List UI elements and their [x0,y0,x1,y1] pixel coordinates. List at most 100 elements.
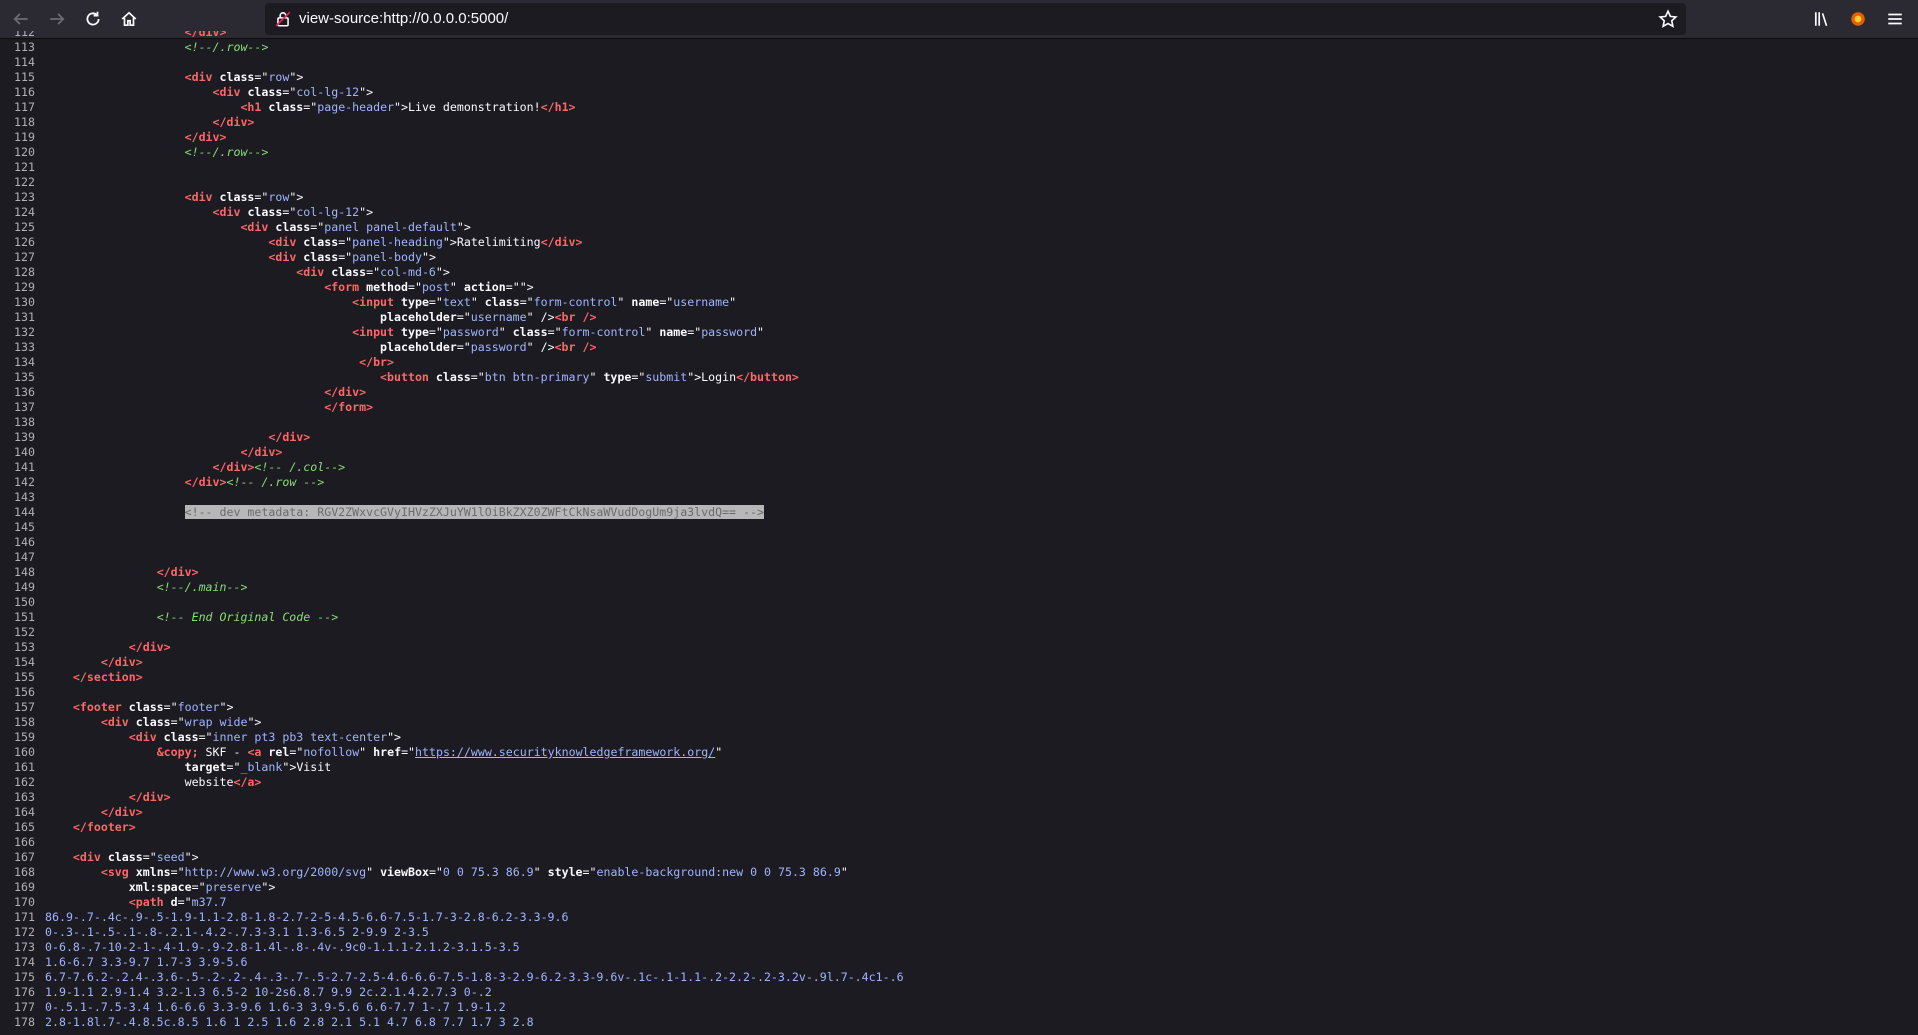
code-token: =" [456,310,471,324]
code-token: "> [247,715,262,729]
code-token: class [275,220,311,234]
code-token: <div [296,265,332,279]
code-token: <input [352,325,401,339]
lock-icon[interactable] [274,10,292,28]
code-token: row [268,70,290,84]
home-button[interactable] [114,4,144,34]
code-token: " [498,325,513,339]
code-token: class [303,250,339,264]
line-number: 115 [14,70,35,84]
code-token: <div [128,730,164,744]
line-code: 86.9-.7-.4c-.9-.5-1.9-1.1-2.8-1.8-2.7-2-… [45,910,569,925]
code-token: =" [170,865,185,879]
line-number: 113 [14,40,35,54]
bookmark-star-icon[interactable] [1658,9,1678,29]
code-token: ">Visit [282,760,332,774]
code-token: placeholder [380,310,457,324]
line-number: 146 [14,535,35,549]
code-token: panel-heading [352,235,443,249]
code-token: </br> [359,355,395,369]
code-token: <svg [100,865,136,879]
line-number: 142 [14,475,35,489]
code-token: 1.6-6.7 3.3-9.7 1.7-3 3.9-5.6 [45,955,248,969]
line-number: 150 [14,595,35,609]
line-code: placeholder="username" /><br /> [45,310,596,325]
code-token: ">Login [687,370,737,384]
code-token: 2.8-1.8l.7-.4.8.5c.8.5 1.6 1 2.5 1.6 2.8… [45,1015,534,1029]
code-token: enable-background:new 0 0 75.3 86.9 [596,865,841,879]
back-button[interactable] [6,4,36,34]
code-token: </section> [72,670,143,684]
reload-button[interactable] [78,4,108,34]
code-token: <!--/.row--> [184,40,269,54]
code-token: name [659,325,688,339]
line-number: 158 [14,715,35,729]
line-code: <div class="inner pt3 pb3 text-center"> [45,730,401,745]
line-code: 0-.3-.1-.5-.1-.8-.2.1-.4.2-.7.3-3.1 1.3-… [45,925,429,940]
code-token: =" [338,235,353,249]
code-token: =" [254,70,269,84]
code-token: " [715,745,723,759]
code-token: col-md-6 [380,265,436,279]
code-token: "> [387,730,402,744]
code-token: class [163,730,199,744]
code-token: nofollow [303,745,360,759]
line-number: 155 [14,670,35,684]
code-token: 0 0 75.3 86.9 [442,865,534,879]
line-number: 116 [14,85,35,99]
forward-button[interactable] [42,4,72,34]
code-token: class [512,325,548,339]
line-number: 164 [14,805,35,819]
code-token: =" [226,760,241,774]
code-token: </footer> [72,820,136,834]
line-number: 153 [14,640,35,654]
code-token: ">Ratelimiting [442,235,541,249]
code-token: " [470,295,485,309]
code-token: <h1 [240,100,269,114]
code-token: " [449,280,464,294]
code-token: submit [645,370,688,384]
code-token: "> [421,250,436,264]
code-token: class [331,265,367,279]
line-number: 140 [14,445,35,459]
source-link[interactable]: https://www.securityknowledgeframework.o… [415,745,715,759]
extension-button[interactable] [1843,4,1873,34]
code-token: <path [128,895,171,909]
code-token: =" [519,295,534,309]
code-token: =" [547,325,562,339]
line-code: </div><!-- /.row --> [45,475,325,490]
code-token: action [463,280,506,294]
line-code: <!--/.row--> [45,145,269,160]
code-token: wrap wide [184,715,248,729]
menu-button[interactable] [1880,4,1910,34]
code-token: type [401,325,429,339]
line-number: 124 [14,205,35,219]
line-code: 0-6.8-.7-10-2-1-.4-1.9-.9-2.8-1.4l-.8-.4… [45,940,520,955]
code-token: class [107,850,143,864]
code-token: "> [359,85,374,99]
code-token: 0-.3-.1-.5-.1-.8-.2.1-.4.2-.7.3-3.1 1.3-… [45,925,429,939]
code-token: target [184,760,227,774]
line-code: <!--/.row--> [45,40,269,55]
line-code: <div class="row"> [45,70,304,85]
library-button[interactable] [1807,4,1837,34]
code-token: =" [282,205,297,219]
line-number: 156 [14,685,35,699]
code-token: " [533,865,548,879]
code-token: 1.9-1.1 2.9-1.4 3.2-1.3 6.5-2 10-2s6.8.7… [45,985,492,999]
line-number: 119 [14,130,35,144]
code-token: =" [170,715,185,729]
source-view: 112 </div> 113 <!--/.row--> 114 115 <div cl… [0,31,1918,1035]
code-token: =" [470,370,485,384]
